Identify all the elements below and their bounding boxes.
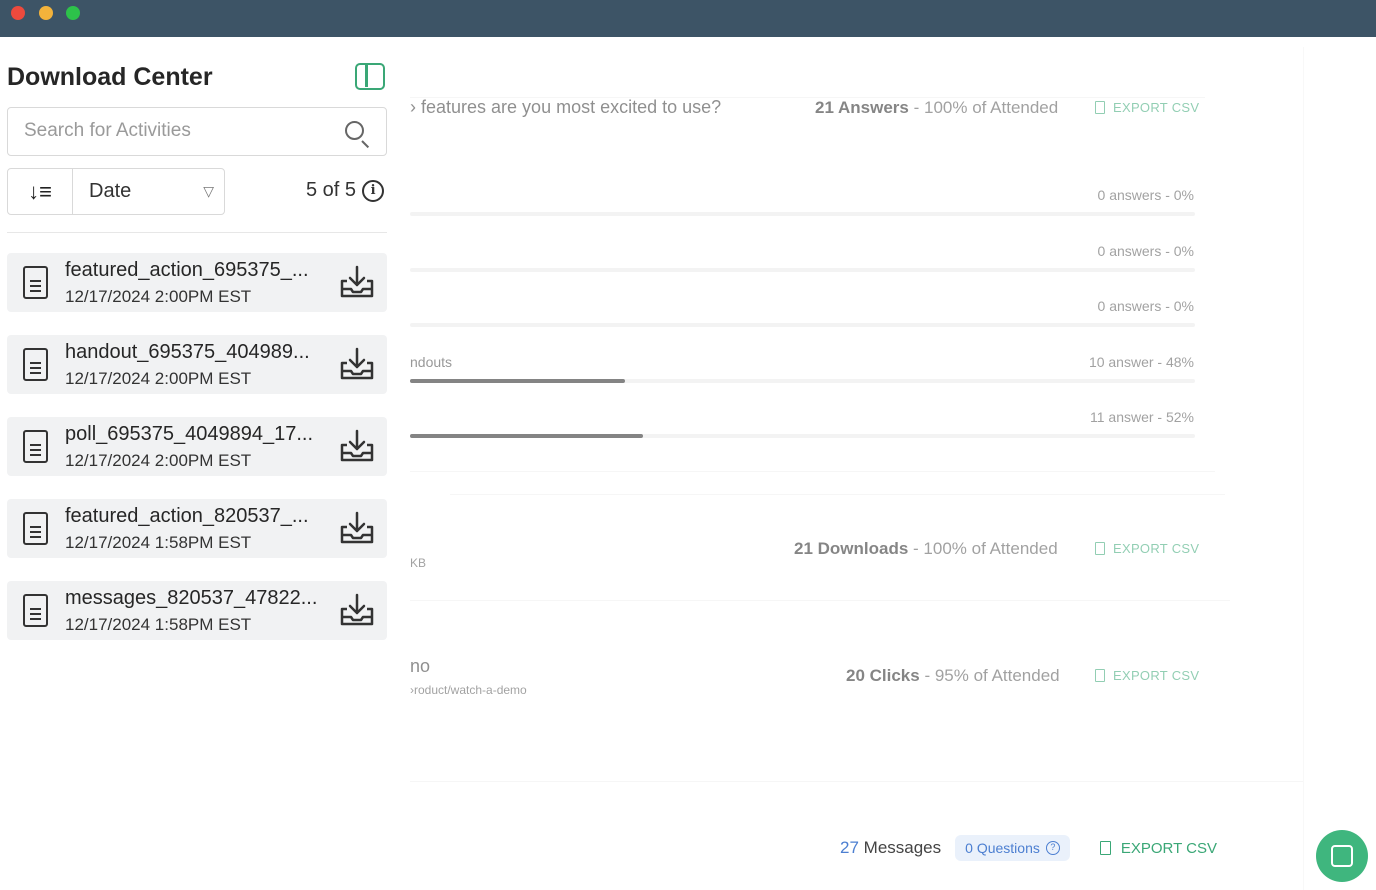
poll-option-label: ndouts [410,354,453,370]
chat-launcher-button[interactable] [1316,830,1368,882]
poll-answers-stat: 21 Answers - 100% of Attended [815,98,1058,118]
download-item-date: 12/17/2024 2:00PM EST [65,369,252,388]
download-item-name: featured_action_820537_... [65,505,309,527]
chevron-down-icon: ▽ [203,183,214,199]
poll-option-result: 0 answers - 0% [1097,243,1194,259]
poll-option-bar [410,323,1195,327]
document-icon [23,594,48,627]
download-item-name: handout_695375_404989... [65,341,310,363]
maximize-window-button[interactable] [66,6,80,20]
questions-label: 0 Questions [965,840,1040,856]
download-item-name: featured_action_695375_... [65,259,309,281]
sort-field-select[interactable]: Date ▽ [73,169,224,214]
featured-action-clicks-count: 20 Clicks [846,666,920,685]
poll-option-result: 11 answer - 52% [1089,409,1194,425]
handout-top-divider [450,494,1225,495]
download-center-title: Download Center [7,63,213,91]
download-list-item[interactable]: featured_action_695375_... 12/17/2024 2:0… [7,253,387,312]
download-item-date: 12/17/2024 1:58PM EST [65,533,252,552]
sort-order-button[interactable]: ↓≡ [8,169,73,214]
sort-controls: ↓≡ Date ▽ [7,168,225,215]
document-icon [23,512,48,545]
messages-label: Messages [863,838,942,857]
file-icon [1095,669,1105,682]
featured-action-clicks-pct: - 95% of Attended [924,666,1060,685]
featured-action-title: no [410,656,431,676]
results-count-text: 5 of 5 [306,179,357,201]
featured-action-section-divider [410,781,1303,782]
messages-export-label: EXPORT CSV [1120,839,1218,857]
messages-num: 27 [840,838,859,857]
search-icon[interactable] [345,121,364,140]
download-list-item[interactable]: featured_action_820537_... 12/17/2024 1:5… [7,499,387,558]
poll-option-bar [410,434,1195,438]
handout-downloads-count: 21 Downloads [794,539,909,558]
poll-option-bar-fill [410,379,625,383]
featured-action-export-label: EXPORT CSV [1113,668,1200,683]
handout-size: KB [410,556,427,570]
info-icon[interactable]: i [362,179,385,202]
download-item-date: 12/17/2024 2:00PM EST [65,451,252,470]
download-list: featured_action_695375_... 12/17/2024 2:0… [7,253,387,663]
activity-search [7,107,387,156]
document-icon [23,430,48,463]
poll-option-bar [410,379,1195,383]
poll-option-bar-fill [410,434,643,438]
list-divider [7,232,387,233]
download-item-date: 12/17/2024 1:58PM EST [65,615,252,634]
handout-downloads-stat: 21 Downloads - 100% of Attended [794,539,1058,559]
featured-action-export-csv-button[interactable]: EXPORT CSV [1095,668,1199,683]
featured-action-url: ›roduct/watch-a-demo [410,683,527,697]
download-list-item[interactable]: messages_820537_47822... 12/17/2024 1:58P… [7,581,387,640]
file-icon [1095,101,1105,114]
download-list-item[interactable]: poll_695375_4049894_17... 12/17/2024 2:00… [7,417,387,476]
download-item-name: poll_695375_4049894_17... [65,423,314,445]
file-icon [1095,542,1105,555]
download-icon[interactable] [339,511,375,545]
poll-option-result: 10 answer - 48% [1088,354,1194,370]
poll-option-result: 0 answers - 0% [1097,298,1194,314]
document-icon [23,266,48,299]
download-item-date: 12/17/2024 2:00PM EST [65,287,252,306]
close-window-button[interactable] [11,6,25,20]
content-edge-divider [1303,47,1304,890]
sort-field-value: Date [89,180,132,202]
download-icon[interactable] [339,347,375,381]
download-icon[interactable] [339,429,375,463]
poll-export-label: EXPORT CSV [1113,100,1200,115]
handout-downloads-pct: - 100% of Attended [913,539,1058,558]
document-icon [23,348,48,381]
download-item-name: messages_820537_47822... [65,587,318,609]
poll-option-bar [410,268,1195,272]
results-count: 5 of 5 i [306,179,385,202]
messages-count: 27 Messages [840,838,941,858]
handout-section-divider [410,600,1230,601]
questions-badge[interactable]: 0 Questions ? [955,835,1070,861]
download-icon[interactable] [339,593,375,627]
poll-option-bar [410,212,1195,216]
poll-answers-count: 21 Answers [815,98,909,117]
download-center-panel: Download Center ↓≡ Date ▽ 5 of 5 i featu… [0,37,398,890]
poll-question: › features are you most excited to use? [410,97,722,117]
poll-export-csv-button[interactable]: EXPORT CSV [1095,100,1199,115]
window-titlebar [0,0,1376,37]
poll-option-result: 0 answers - 0% [1097,187,1194,203]
search-input[interactable] [24,120,334,142]
handout-export-label: EXPORT CSV [1113,541,1200,556]
messages-export-csv-button[interactable]: EXPORT CSV [1099,839,1218,857]
poll-answers-pct: - 100% of Attended [913,98,1059,117]
file-icon [1099,841,1111,855]
messages-footer: 27 Messages 0 Questions ? EXPORT CSV [840,835,1217,861]
poll-section-divider [410,471,1215,472]
featured-action-clicks-stat: 20 Clicks - 95% of Attended [846,666,1060,686]
panel-toggle-icon[interactable] [355,63,385,90]
sort-icon: ↓≡ [28,178,52,204]
minimize-window-button[interactable] [39,6,53,20]
download-icon[interactable] [339,265,375,299]
chat-icon [1331,845,1353,867]
download-list-item[interactable]: handout_695375_404989... 12/17/2024 2:00P… [7,335,387,394]
question-icon: ? [1045,841,1060,855]
handout-export-csv-button[interactable]: EXPORT CSV [1095,541,1199,556]
